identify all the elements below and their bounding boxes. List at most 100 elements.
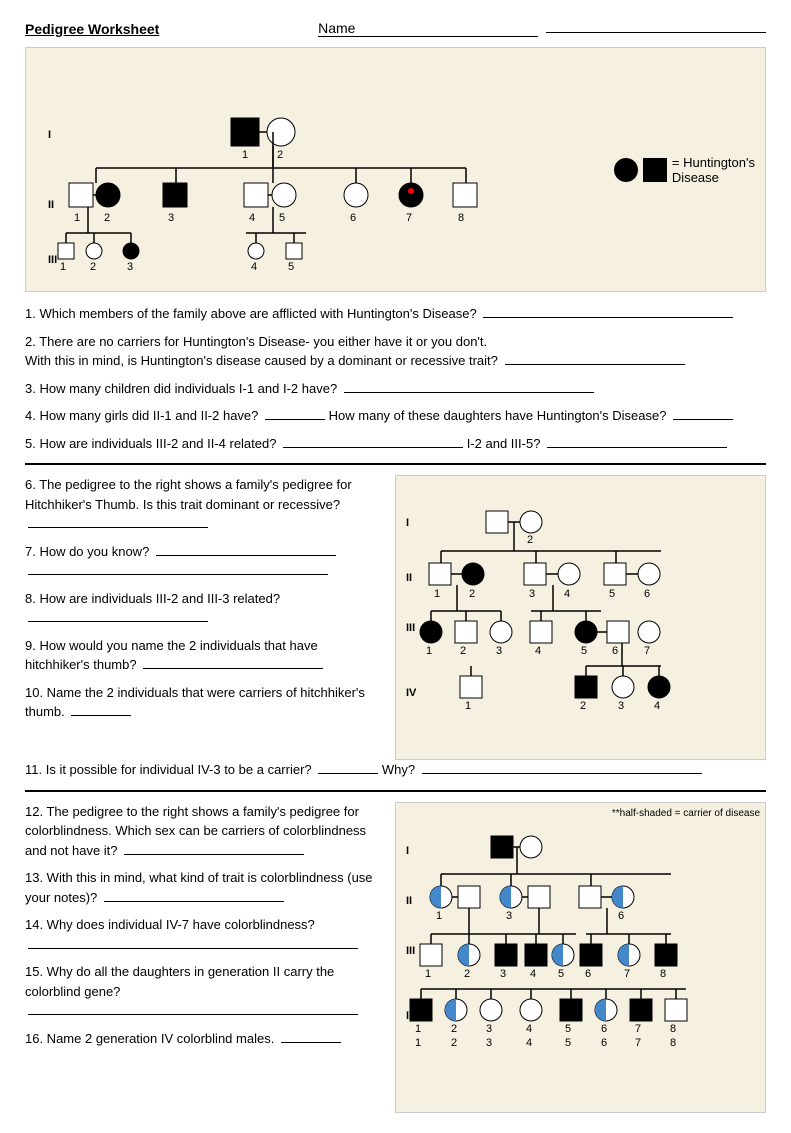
c-ii2-sq xyxy=(458,886,480,908)
question-16: 16. Name 2 generation IV colorblind male… xyxy=(25,1029,385,1049)
c-iv6-half xyxy=(595,999,606,1021)
c-ii3-lbl: 3 xyxy=(506,910,512,922)
c-iv4-lbl: 4 xyxy=(526,1023,532,1035)
colorblind-legend: **half-shaded = carrier of disease xyxy=(401,808,760,819)
question-8: 8. How are individuals III-2 and III-3 r… xyxy=(25,589,385,628)
question-2: 2. There are no carriers for Huntington'… xyxy=(25,332,766,371)
question-13: 13. With this in mind, what kind of trai… xyxy=(25,868,385,907)
q11-answer[interactable] xyxy=(318,773,378,774)
c-iv1-sq xyxy=(410,999,432,1021)
h-iii7-ci xyxy=(638,621,660,643)
q7-answer[interactable] xyxy=(156,555,336,556)
q7-answer-2[interactable] xyxy=(28,574,328,575)
c-iii6-sq xyxy=(580,944,602,966)
ii3-label: 3 xyxy=(168,212,174,224)
h-i1-sq xyxy=(486,511,508,533)
q5a-answer[interactable] xyxy=(283,447,463,448)
c-iv4-ci xyxy=(520,999,542,1021)
section-colorblind: 12. The pedigree to the right shows a fa… xyxy=(25,802,766,1113)
ii1-label: 1 xyxy=(74,212,80,224)
question-7: 7. How do you know? xyxy=(25,542,385,581)
c-gen-iii: III xyxy=(406,945,415,957)
c-iii5-half xyxy=(552,944,563,966)
ii7-red-dot xyxy=(408,188,414,194)
q1-answer[interactable] xyxy=(483,317,733,318)
q3-answer[interactable] xyxy=(344,392,594,393)
i1-label: 1 xyxy=(242,149,248,161)
c-iii2-lbl: 2 xyxy=(464,968,470,980)
h-iv2-lbl: 2 xyxy=(580,700,586,712)
gen-ii-label: II xyxy=(48,199,54,211)
colorblind-pedigree: **half-shaded = carrier of disease I II … xyxy=(395,802,766,1113)
q13-answer[interactable] xyxy=(104,901,284,902)
iii3-label: 3 xyxy=(127,261,133,273)
pedigree-1-svg: I 1 2 II 1 2 3 4 5 xyxy=(36,58,556,278)
ii8-label: 8 xyxy=(458,212,464,224)
c-iv-n6: 6 xyxy=(601,1037,607,1049)
c-iii8-lbl: 8 xyxy=(660,968,666,980)
c-i2-ci xyxy=(520,836,542,858)
q9-answer[interactable] xyxy=(143,668,323,669)
q14-answer[interactable] xyxy=(28,948,358,949)
ii2-label: 2 xyxy=(104,212,110,224)
question-3: 3. How many children did individuals I-1… xyxy=(25,379,766,399)
c-iv-n8: 8 xyxy=(670,1037,676,1049)
c-iii4-sq xyxy=(525,944,547,966)
c-iv3-lbl: 3 xyxy=(486,1023,492,1035)
h-iii6-sq xyxy=(607,621,629,643)
c-ii6-lbl: 6 xyxy=(618,910,624,922)
gen-i-label: I xyxy=(48,129,51,141)
h-i2-lbl: 2 xyxy=(527,534,533,546)
question-14: 14. Why does individual IV-7 have colorb… xyxy=(25,915,385,954)
c-iv5-sq xyxy=(560,999,582,1021)
h-gen-iv: IV xyxy=(406,687,417,699)
name-label: Name xyxy=(314,20,766,37)
i2-label: 2 xyxy=(277,149,283,161)
ii5-label: 5 xyxy=(279,212,285,224)
iii5-square xyxy=(286,243,302,259)
ii6-circle xyxy=(344,183,368,207)
ii4-square xyxy=(244,183,268,207)
q4b-answer[interactable] xyxy=(673,419,733,420)
q8-answer[interactable] xyxy=(28,621,208,622)
c-ii3-half xyxy=(500,886,511,908)
h-iii2-sq xyxy=(455,621,477,643)
q2-answer[interactable] xyxy=(505,364,685,365)
q16-answer[interactable] xyxy=(281,1042,341,1043)
q10-answer[interactable] xyxy=(71,715,131,716)
legend-circle xyxy=(614,158,638,182)
h-gen-i: I xyxy=(406,517,409,529)
c-iv-n5: 5 xyxy=(565,1037,571,1049)
q4a-answer[interactable] xyxy=(265,419,325,420)
c-iv-n7: 7 xyxy=(635,1037,641,1049)
question-9: 9. How would you name the 2 individuals … xyxy=(25,636,385,675)
q11b-answer[interactable] xyxy=(422,773,702,774)
q5b-answer[interactable] xyxy=(547,447,727,448)
ii6-label: 6 xyxy=(350,212,356,224)
h-iv1-lbl: 1 xyxy=(465,700,471,712)
h-ii6-lbl: 6 xyxy=(644,588,650,600)
iii1-square xyxy=(58,243,74,259)
c-iv1-lbl: 1 xyxy=(415,1023,421,1035)
legend-text: = Huntington's Disease xyxy=(672,155,755,185)
q15-answer[interactable] xyxy=(28,1014,358,1015)
i1-square xyxy=(231,118,259,146)
question-11: 11. Is it possible for individual IV-3 t… xyxy=(25,760,766,780)
i2-circle xyxy=(267,118,295,146)
c-iv-n3: 3 xyxy=(486,1037,492,1049)
c-iv7-sq xyxy=(630,999,652,1021)
h-iii5-lbl: 5 xyxy=(581,645,587,657)
h-ii3-sq xyxy=(524,563,546,585)
c-iv2-half xyxy=(445,999,456,1021)
question-1: 1. Which members of the family above are… xyxy=(25,304,766,324)
ii7-label: 7 xyxy=(406,212,412,224)
c-i1-sq xyxy=(491,836,513,858)
page-title: Pedigree Worksheet xyxy=(25,21,159,37)
h-iii3-lbl: 3 xyxy=(496,645,502,657)
c-iv-n4: 4 xyxy=(526,1037,532,1049)
q6-answer[interactable] xyxy=(28,527,208,528)
h-iii7-lbl: 7 xyxy=(644,645,650,657)
h-iv4-ci xyxy=(648,676,670,698)
question-12: 12. The pedigree to the right shows a fa… xyxy=(25,802,385,861)
q12-answer[interactable] xyxy=(124,854,304,855)
